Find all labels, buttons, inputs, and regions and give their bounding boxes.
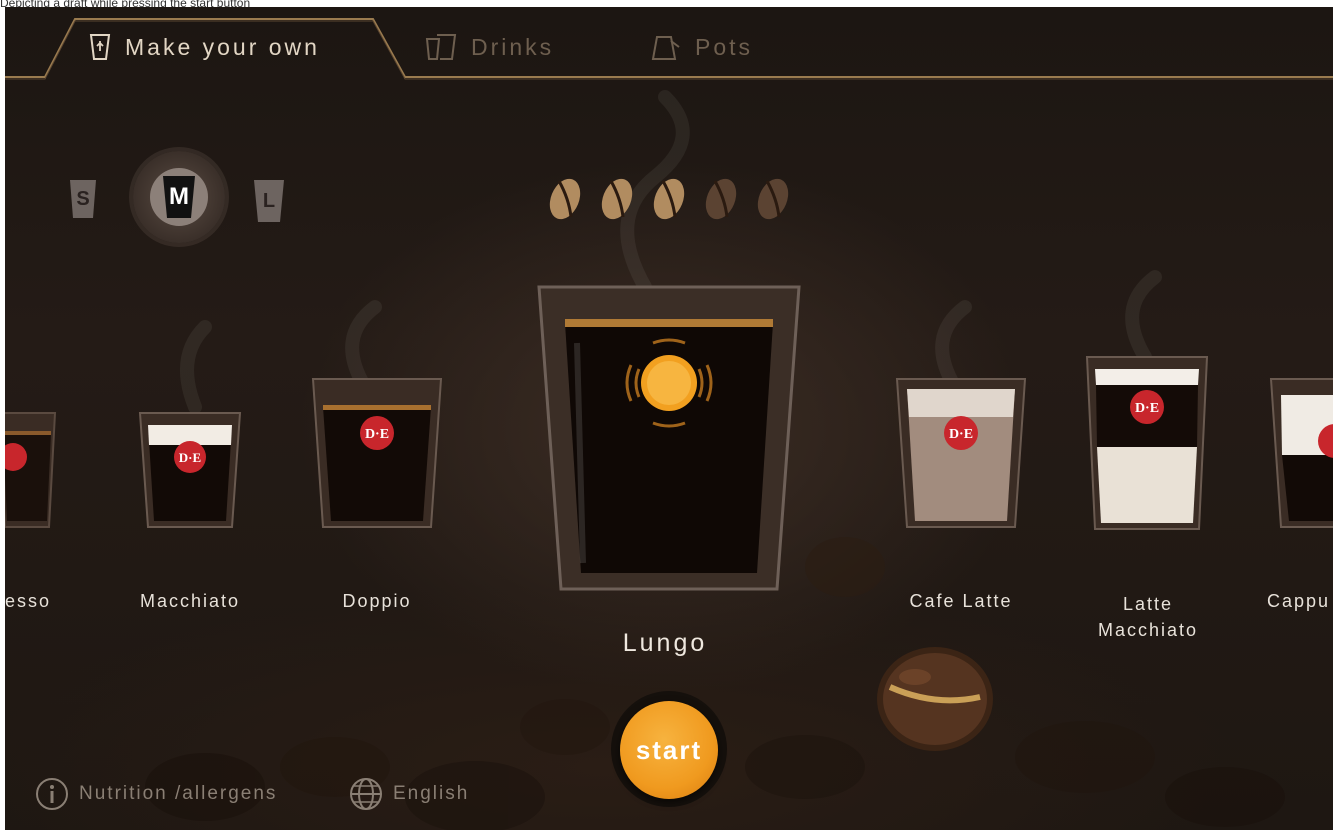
strength-selector	[545, 175, 793, 223]
size-medium-label: M	[169, 183, 189, 210]
de-logo-text: D·E	[179, 450, 201, 465]
glasses-icon	[425, 34, 457, 60]
drink-espresso[interactable]	[5, 411, 57, 529]
drink-doppio[interactable]: D·E	[311, 377, 443, 529]
latte-macchiato-glass: D·E	[1085, 356, 1209, 530]
drink-cafe-latte[interactable]: D·E	[895, 377, 1027, 529]
tab-label: Pots	[695, 33, 754, 60]
nutrition-allergens-button[interactable]: Nutrition /allergens	[35, 777, 277, 811]
drink-label-lungo: Lungo	[622, 629, 708, 657]
lungo-glass	[537, 285, 801, 591]
drink-label-cafe-latte: Cafe Latte	[909, 591, 1013, 611]
size-medium-indicator: M	[150, 168, 208, 226]
bean-icon-5[interactable]	[753, 175, 793, 223]
bean-icon-1[interactable]	[545, 175, 585, 223]
de-logo-text: D·E	[1135, 401, 1159, 416]
size-medium-button[interactable]: M	[133, 151, 225, 243]
tab-make-your-own[interactable]: Make your own	[89, 29, 320, 65]
de-logo-text: D·E	[949, 427, 973, 442]
tab-bar: Make your own Drinks Pots	[5, 7, 1333, 87]
size-large-label: L	[262, 189, 276, 212]
cafe-latte-glass: D·E	[895, 378, 1027, 528]
globe-icon	[350, 778, 382, 810]
drink-lungo[interactable]	[537, 283, 801, 593]
kiosk-screen: Make your own Drinks Pots S M L esso D·E…	[5, 7, 1333, 830]
drink-label-espresso: esso	[5, 591, 52, 611]
drink-label-doppio: Doppio	[342, 591, 412, 611]
drink-macchiato[interactable]: D·E	[138, 411, 242, 529]
drink-label-latte-macchiato: Latte Macchiato	[1097, 594, 1199, 640]
doppio-glass: D·E	[311, 378, 443, 528]
drink-label-macchiato: Macchiato	[139, 591, 241, 611]
tab-label: Make your own	[125, 33, 320, 60]
language-button[interactable]: English	[349, 777, 469, 811]
language-label: English	[393, 783, 470, 804]
bean-icon-3[interactable]	[649, 175, 689, 223]
info-icon	[36, 778, 68, 810]
cappuccino-glass	[1269, 378, 1333, 528]
drink-latte-macchiato[interactable]: D·E	[1085, 355, 1209, 531]
tab-drinks[interactable]: Drinks	[425, 29, 554, 65]
start-label: start	[635, 734, 703, 765]
nutrition-label: Nutrition /allergens	[79, 783, 278, 804]
size-small-button[interactable]: S	[69, 179, 97, 219]
caption-text: Depicting a draft while pressing the sta…	[0, 0, 251, 7]
tab-pots[interactable]: Pots	[651, 29, 753, 65]
drink-label-cappuccino: Cappu	[1267, 591, 1331, 611]
start-button[interactable]: start	[620, 701, 718, 799]
bean-icon-4[interactable]	[701, 175, 741, 223]
tab-label: Drinks	[471, 33, 555, 60]
size-small-label: S	[76, 187, 90, 210]
de-logo-text: D·E	[365, 427, 389, 442]
size-large-button[interactable]: L	[253, 179, 285, 223]
espresso-glass	[5, 412, 57, 528]
pot-icon	[651, 36, 680, 60]
macchiato-glass: D·E	[138, 412, 242, 528]
cup-icon	[89, 34, 111, 60]
drink-cappuccino[interactable]	[1269, 377, 1333, 529]
bean-icon-2[interactable]	[597, 175, 637, 223]
